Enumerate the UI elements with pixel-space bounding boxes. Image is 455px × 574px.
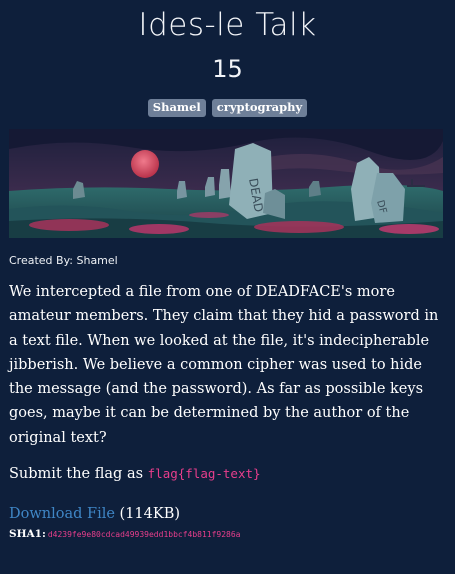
challenge-panel: Ides-le Talk 15 Shamel cryptography DEAD… bbox=[0, 0, 455, 574]
tag-author[interactable]: Shamel bbox=[147, 99, 206, 117]
challenge-title: Ides-le Talk bbox=[138, 7, 317, 43]
tag-category[interactable]: cryptography bbox=[211, 99, 308, 117]
download-row: Download File (114KB) bbox=[9, 503, 180, 525]
submit-prefix: Submit the flag as bbox=[9, 466, 148, 482]
submit-instructions: Submit the flag as flag{flag-text} bbox=[9, 462, 261, 486]
download-file-link[interactable]: Download File bbox=[9, 506, 115, 522]
sha-row: SHA1: d4239fe9e80cdcad49939edd1bbcf4b811f… bbox=[9, 527, 241, 542]
created-by: Created By: Shamel bbox=[9, 254, 118, 267]
sha-label: SHA1: bbox=[9, 528, 46, 540]
flag-format: flag{flag-text} bbox=[147, 466, 261, 481]
challenge-description: We intercepted a file from one of DEADFA… bbox=[9, 284, 439, 446]
challenge-banner-image: DEAD DF bbox=[9, 129, 443, 238]
download-size: (114KB) bbox=[119, 506, 181, 522]
challenge-points: 15 bbox=[212, 55, 243, 83]
tag-list: Shamel cryptography bbox=[0, 99, 455, 117]
sha-value: d4239fe9e80cdcad49939edd1bbcf4b811f9286a bbox=[47, 530, 241, 539]
